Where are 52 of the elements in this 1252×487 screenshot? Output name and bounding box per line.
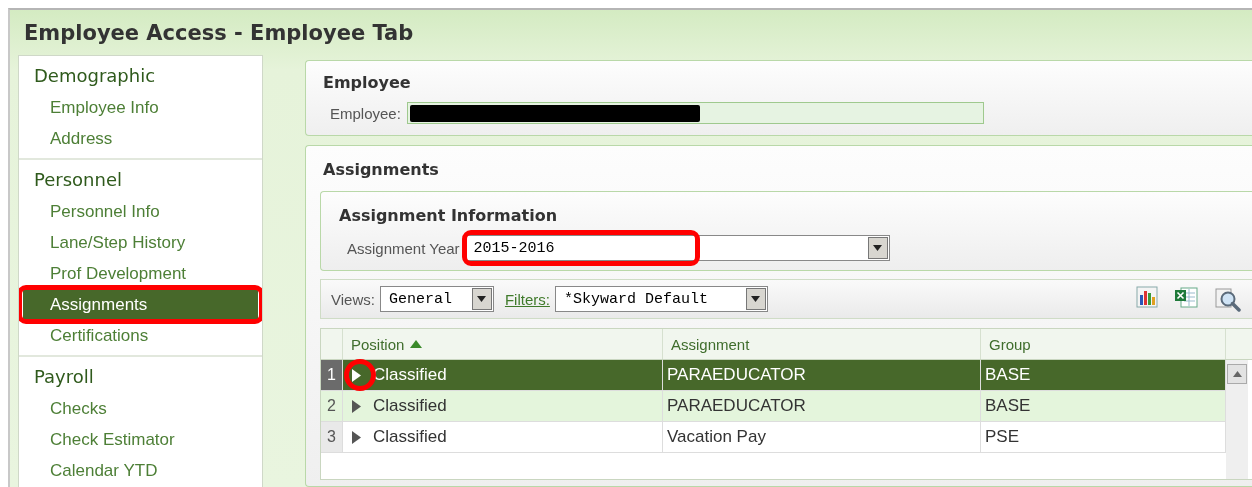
sidebar-item[interactable]: Employee Info (23, 92, 258, 123)
sidebar-heading: Payroll (33, 365, 95, 389)
table-cell: Vacation Pay (663, 422, 981, 453)
caret-icon (477, 296, 487, 302)
window-title: Employee Access - Employee Tab (23, 20, 415, 47)
sidebar-item[interactable]: Personnel Info (23, 196, 258, 227)
views-select[interactable]: General (379, 286, 494, 312)
sidebar-item[interactable]: Certifications (23, 320, 258, 351)
sidebar-item[interactable]: Calendar YTD (23, 455, 258, 486)
column-header[interactable]: Group (981, 329, 1226, 359)
up-arrow-icon (1232, 371, 1242, 377)
scrollbar[interactable] (1226, 360, 1248, 479)
sidebar-heading: Personnel (33, 168, 123, 192)
filters-select[interactable]: *Skyward Default (554, 286, 768, 312)
expand-icon[interactable] (352, 430, 361, 444)
table-cell: PARAEDUCATOR (663, 391, 981, 422)
sidebar-item[interactable]: Checks (23, 393, 258, 424)
sidebar-heading: Demographic (33, 64, 157, 88)
table-cell: BASE (981, 360, 1226, 391)
row-number: 1 (321, 360, 343, 391)
section-title: Assignment Information (338, 205, 559, 225)
year-select[interactable]: 2015-2016 (464, 235, 890, 261)
caret-icon (873, 245, 883, 251)
sidebar-item[interactable]: Address (23, 123, 258, 154)
spreadsheet-icon[interactable] (1174, 286, 1198, 308)
sidebar-item[interactable]: Check Estimator (23, 424, 258, 455)
table-cell: BASE (981, 391, 1226, 422)
dropdown-button[interactable] (867, 237, 888, 259)
caret-icon (751, 296, 761, 302)
panel-title: Employee (322, 72, 412, 92)
row-number: 2 (321, 391, 343, 422)
row-number: 3 (321, 422, 343, 453)
sidebar-item[interactable]: Lane/Step History (23, 227, 258, 258)
panel-title: Assignments (322, 159, 440, 179)
field-label: Assignment Year (347, 239, 460, 257)
expand-icon[interactable] (352, 399, 361, 413)
column-header[interactable]: Position (343, 329, 663, 359)
dropdown-button[interactable] (745, 288, 766, 310)
table-cell: Classified (373, 396, 447, 416)
expand-icon[interactable] (352, 368, 361, 382)
table-cell: Classified (373, 427, 447, 447)
table-cell: Classified (373, 365, 447, 385)
field-label: Views: (331, 290, 375, 308)
scroll-up-button[interactable] (1227, 364, 1247, 384)
filters-link[interactable]: Filters: (504, 290, 550, 308)
magnifier-icon[interactable] (1214, 286, 1242, 312)
column-header[interactable]: Assignment (663, 329, 981, 359)
table-cell: PARAEDUCATOR (663, 360, 981, 391)
sidebar-item[interactable]: Prof Development (23, 258, 258, 289)
field-label: Employee: (330, 104, 401, 122)
bar-chart-icon[interactable] (1136, 286, 1158, 308)
dropdown-button[interactable] (471, 288, 492, 310)
